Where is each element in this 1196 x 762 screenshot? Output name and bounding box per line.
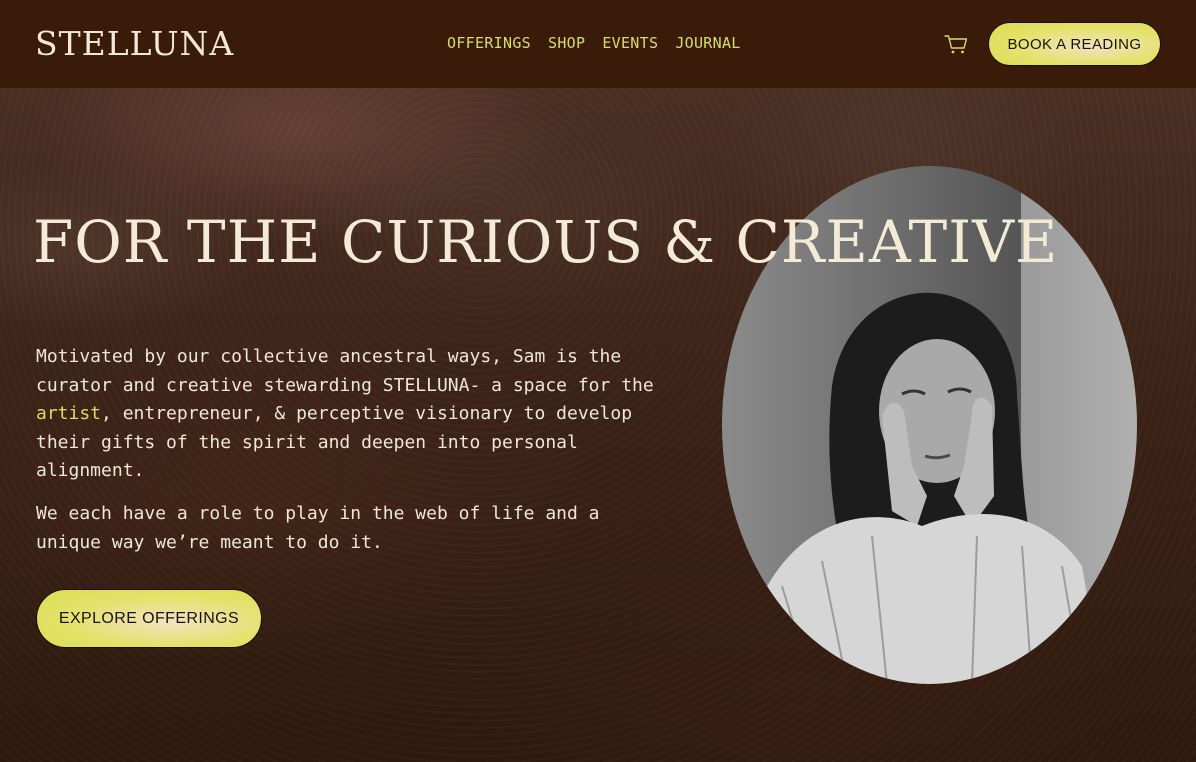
hero-headline: FOR THE CURIOUS & CREATIVE bbox=[33, 208, 1059, 276]
nav-link-events[interactable]: EVENTS bbox=[602, 34, 658, 52]
explore-offerings-button[interactable]: EXPLORE OFFERINGS bbox=[36, 589, 262, 648]
nav-links: OFFERINGS SHOP EVENTS JOURNAL bbox=[447, 34, 741, 52]
nav-link-offerings[interactable]: OFFERINGS bbox=[447, 34, 531, 52]
book-reading-button[interactable]: BOOK A READING bbox=[988, 22, 1161, 66]
intro-text-start: Motivated by our collective ancestral wa… bbox=[36, 346, 654, 396]
artist-highlight: artist bbox=[36, 403, 102, 424]
cart-icon[interactable] bbox=[944, 33, 968, 55]
hero-paragraph-intro: Motivated by our collective ancestral wa… bbox=[36, 343, 656, 486]
intro-text-end: , entrepreneur, & perceptive visionary t… bbox=[36, 403, 633, 481]
nav-link-journal[interactable]: JOURNAL bbox=[675, 34, 740, 52]
logo[interactable]: STELLUNA bbox=[35, 24, 234, 63]
nav-link-shop[interactable]: SHOP bbox=[548, 34, 585, 52]
top-nav: STELLUNA OFFERINGS SHOP EVENTS JOURNAL B… bbox=[0, 0, 1196, 88]
hero-paragraph-role: We each have a role to play in the web o… bbox=[36, 503, 600, 553]
